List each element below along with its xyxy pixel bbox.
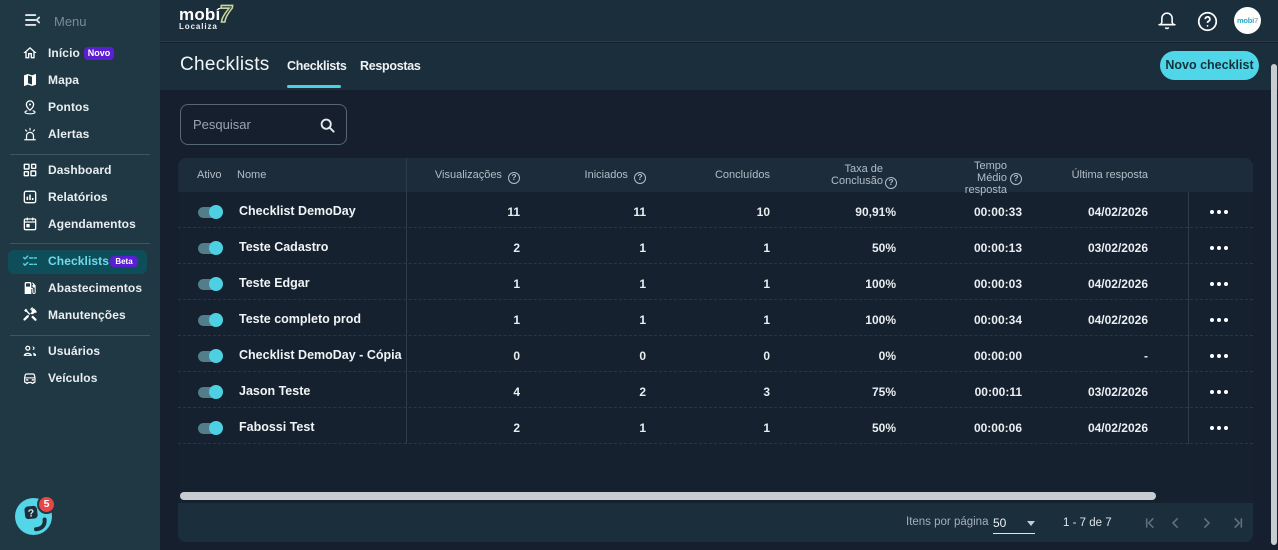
svg-text:?: ?: [27, 507, 35, 520]
